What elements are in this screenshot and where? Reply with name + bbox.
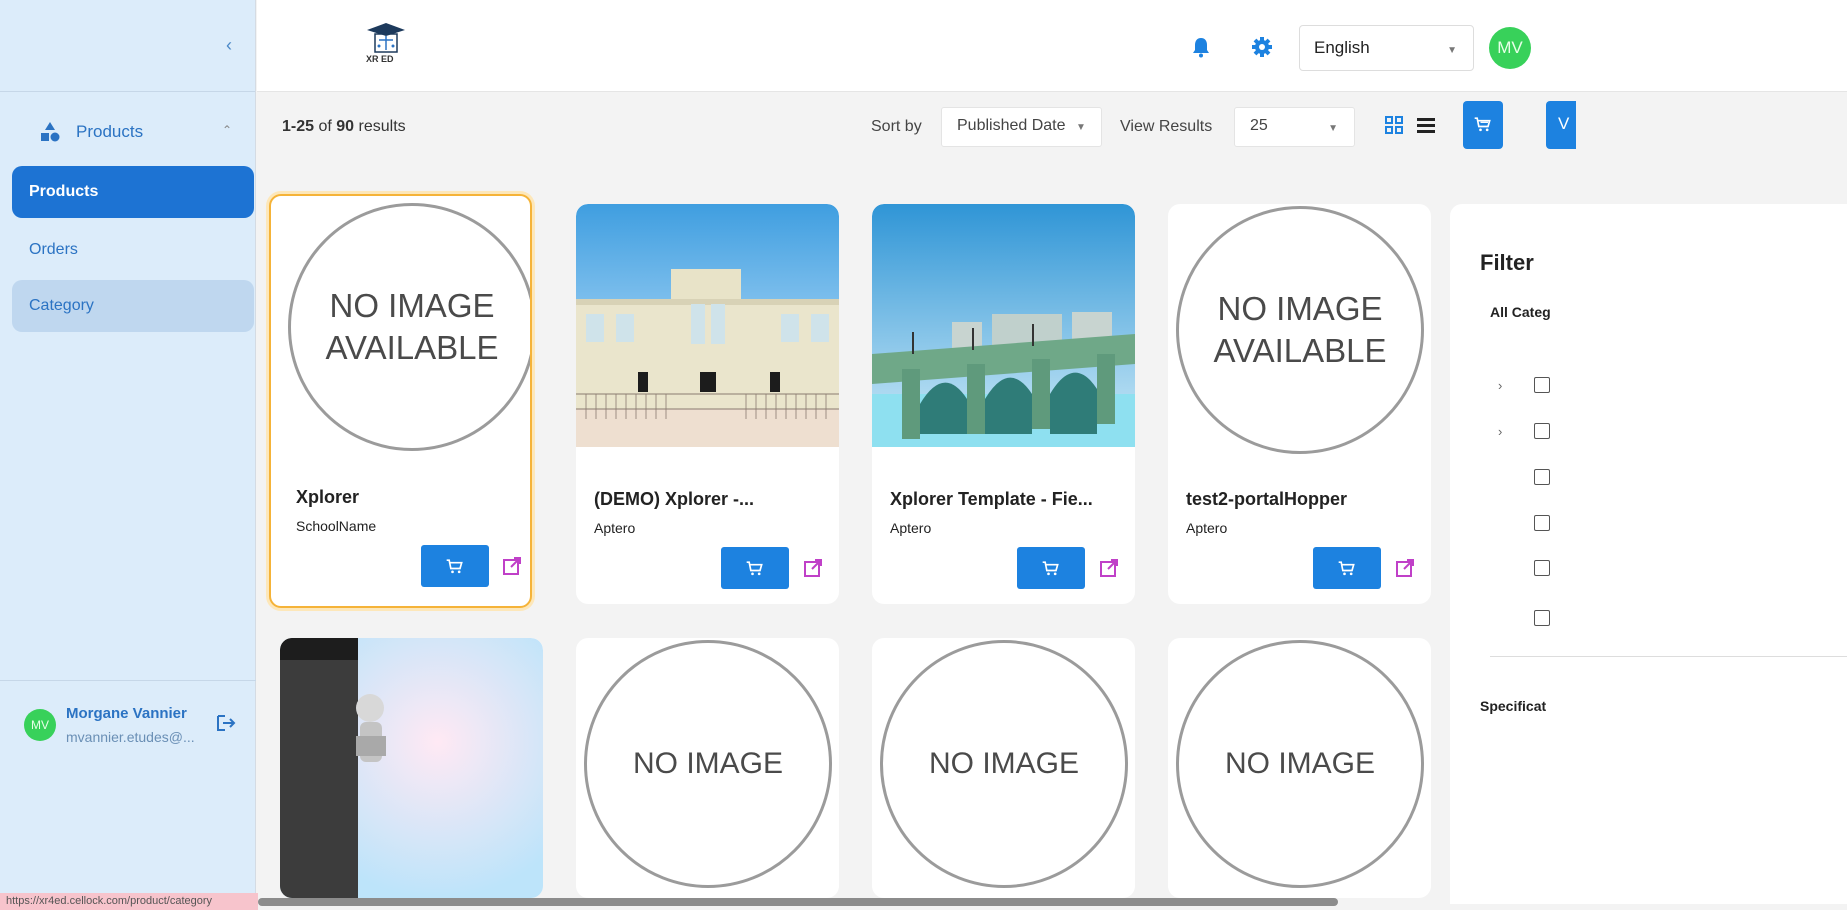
cart-icon bbox=[1338, 561, 1355, 576]
sort-value: Published Date bbox=[957, 117, 1066, 134]
product-vendor: Aptero bbox=[594, 520, 636, 536]
cart-icon bbox=[446, 559, 463, 574]
language-value: English bbox=[1314, 38, 1370, 57]
add-to-cart-button[interactable] bbox=[721, 547, 789, 589]
results-count: 1-25 of 90 results bbox=[282, 118, 406, 136]
filter-category-row[interactable]: › bbox=[1498, 419, 1550, 443]
view-results-label: View Results bbox=[1120, 118, 1213, 135]
results-total: 90 bbox=[336, 118, 355, 135]
filter-category-row[interactable] bbox=[1498, 465, 1550, 489]
product-thumbnail bbox=[872, 204, 1135, 447]
cart-button[interactable] bbox=[1463, 101, 1503, 149]
filter-category-row[interactable] bbox=[1498, 511, 1550, 535]
filter-category-row[interactable] bbox=[1498, 556, 1550, 580]
user-name: Morgane Vannier bbox=[66, 705, 187, 722]
open-external-icon[interactable] bbox=[502, 556, 522, 576]
product-title: (DEMO) Xplorer -... bbox=[594, 489, 755, 509]
filter-divider bbox=[1490, 656, 1847, 657]
sidebar-item-orders[interactable]: Orders bbox=[12, 224, 254, 276]
product-card[interactable]: (DEMO) Xplorer -... Aptero bbox=[576, 204, 839, 604]
product-vendor: Aptero bbox=[1186, 520, 1228, 536]
no-image-placeholder: NO IMAGE bbox=[880, 640, 1128, 888]
no-image-placeholder: NO IMAGE bbox=[584, 640, 832, 888]
sidebar-item-products[interactable]: Products bbox=[12, 166, 254, 218]
sidebar-item-category[interactable]: Category bbox=[12, 280, 254, 332]
category-checkbox[interactable] bbox=[1534, 560, 1550, 576]
caret-down-icon: ▼ bbox=[1075, 122, 1086, 133]
view-results-select[interactable]: 25 ▼ bbox=[1234, 107, 1355, 147]
product-card[interactable]: NO IMAGE bbox=[872, 638, 1135, 898]
filter-category-row[interactable] bbox=[1498, 606, 1550, 630]
cart-icon bbox=[746, 561, 763, 576]
product-card[interactable]: NO IMAGE bbox=[1168, 638, 1431, 898]
product-thumbnail bbox=[576, 204, 839, 447]
sidebar-section-products[interactable]: Products ⌃ bbox=[0, 110, 256, 154]
product-thumbnail bbox=[280, 638, 543, 898]
filter-category-row[interactable]: › bbox=[1498, 373, 1550, 397]
bell-icon[interactable] bbox=[1191, 36, 1211, 58]
user-email: mvannier.etudes@... bbox=[66, 729, 195, 745]
status-bar-url: https://xr4ed.cellock.com/product/catego… bbox=[0, 893, 258, 910]
all-categories-label: All Categ bbox=[1490, 304, 1551, 320]
chevron-right-icon[interactable]: › bbox=[1498, 424, 1512, 439]
filter-panel: Filter All Categ › › Specificat bbox=[1450, 204, 1847, 904]
logo-text: XR ED bbox=[366, 54, 394, 64]
caret-down-icon: ▼ bbox=[1447, 45, 1457, 56]
specifications-label: Specificat bbox=[1480, 698, 1547, 714]
no-image-placeholder: NO IMAGE bbox=[1176, 640, 1424, 888]
open-external-icon[interactable] bbox=[803, 558, 823, 578]
chevron-right-icon[interactable]: › bbox=[1498, 378, 1512, 393]
category-checkbox[interactable] bbox=[1534, 515, 1550, 531]
avatar[interactable]: MV bbox=[1489, 27, 1531, 69]
product-title: Xplorer bbox=[296, 487, 360, 507]
sort-select[interactable]: Published Date ▼ bbox=[941, 107, 1102, 147]
no-image-placeholder: NO IMAGE AVAILABLE bbox=[288, 203, 530, 451]
product-card[interactable]: NO IMAGE AVAILABLE Xplorer SchoolName bbox=[269, 194, 532, 608]
open-external-icon[interactable] bbox=[1099, 558, 1119, 578]
view-button[interactable]: V bbox=[1546, 101, 1576, 149]
caret-down-icon: ▼ bbox=[1328, 123, 1338, 134]
add-to-cart-button[interactable] bbox=[1313, 547, 1381, 589]
product-card[interactable]: NO IMAGE bbox=[576, 638, 839, 898]
collapse-sidebar-icon[interactable]: ‹ bbox=[218, 34, 240, 56]
product-card[interactable]: NO IMAGE AVAILABLE test2-portalHopper Ap… bbox=[1168, 204, 1431, 604]
product-title: test2-portalHopper bbox=[1186, 489, 1348, 509]
results-of: of bbox=[318, 118, 332, 135]
product-card[interactable]: Xplorer Template - Fie... Aptero bbox=[872, 204, 1135, 604]
horizontal-scrollbar[interactable] bbox=[258, 898, 1338, 906]
product-card[interactable] bbox=[280, 638, 543, 898]
view-results-value: 25 bbox=[1250, 117, 1268, 134]
category-checkbox[interactable] bbox=[1534, 610, 1550, 626]
sidebar-header: ‹ bbox=[0, 0, 255, 92]
product-title: Xplorer Template - Fie... bbox=[890, 489, 1093, 509]
product-vendor: SchoolName bbox=[296, 518, 377, 534]
results-range: 1-25 bbox=[282, 118, 315, 135]
no-image-placeholder: NO IMAGE AVAILABLE bbox=[1176, 206, 1424, 454]
category-checkbox[interactable] bbox=[1534, 377, 1550, 393]
avatar[interactable]: MV bbox=[24, 709, 56, 741]
add-to-cart-button[interactable] bbox=[1017, 547, 1085, 589]
chevron-up-icon[interactable]: ⌃ bbox=[222, 123, 232, 137]
language-select[interactable]: English ▼ bbox=[1299, 25, 1474, 71]
category-checkbox[interactable] bbox=[1534, 469, 1550, 485]
sidebar-section-label: Products bbox=[76, 122, 144, 141]
filter-title: Filter bbox=[1480, 250, 1534, 275]
sort-label: Sort by bbox=[871, 118, 922, 135]
cart-icon bbox=[1042, 561, 1059, 576]
product-vendor: Aptero bbox=[890, 520, 932, 536]
grid-view-icon[interactable] bbox=[1384, 115, 1404, 135]
open-external-icon[interactable] bbox=[1395, 558, 1415, 578]
gear-icon[interactable] bbox=[1251, 36, 1273, 58]
logout-icon[interactable] bbox=[214, 711, 238, 735]
category-checkbox[interactable] bbox=[1534, 423, 1550, 439]
user-profile: MV Morgane Vannier mvannier.etudes@... bbox=[0, 680, 256, 756]
sidebar: ‹ Products ⌃ Products Orders Category MV… bbox=[0, 0, 256, 910]
results-word: results bbox=[358, 118, 406, 135]
list-view-icon[interactable] bbox=[1416, 115, 1436, 135]
top-header: XR ED English ▼ MV bbox=[257, 0, 1847, 92]
shapes-icon bbox=[41, 122, 60, 142]
add-to-cart-button[interactable] bbox=[421, 545, 489, 587]
v-glyph: V bbox=[1558, 114, 1570, 133]
cart-icon bbox=[1474, 117, 1491, 132]
